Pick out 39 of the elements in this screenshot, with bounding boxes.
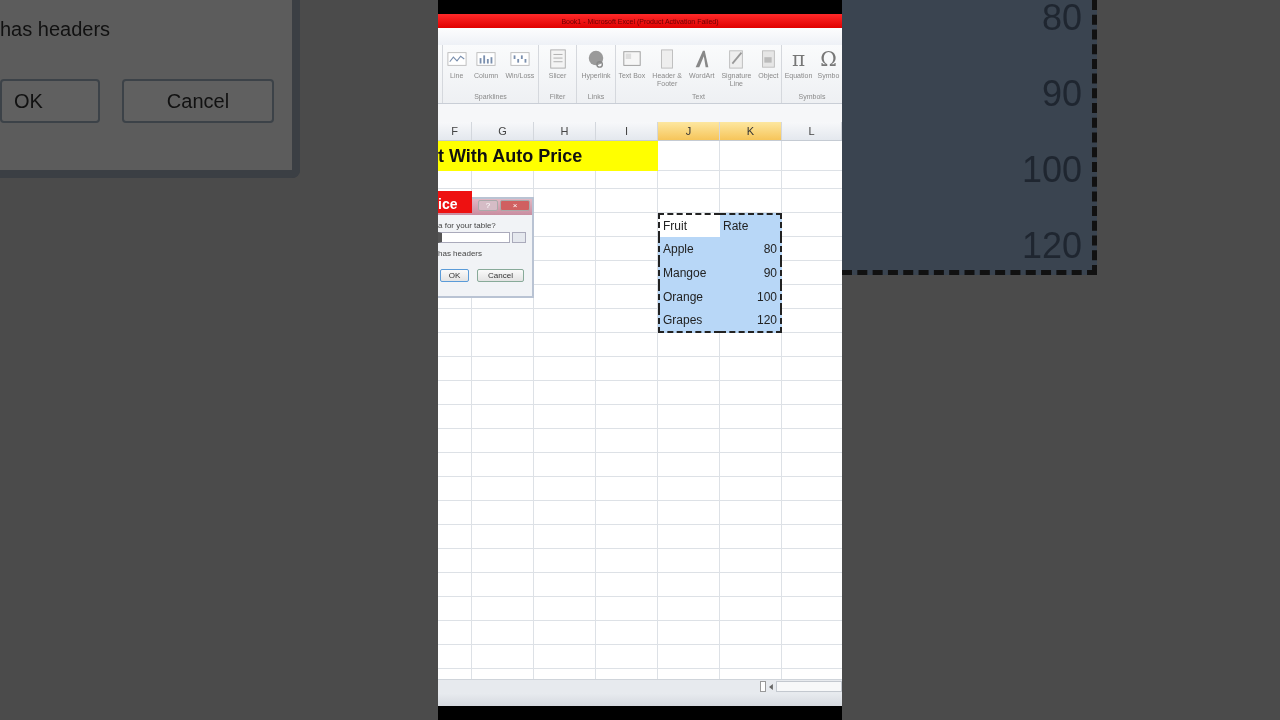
scroll-left-icon[interactable] xyxy=(768,683,773,690)
table-cell: Apple xyxy=(658,237,720,261)
table-cell: 100 xyxy=(720,285,782,309)
globe-icon xyxy=(586,49,606,69)
symbol-icon: π xyxy=(791,49,806,69)
table-cell: Orange xyxy=(658,285,720,309)
line-chart-icon xyxy=(446,49,467,69)
column-header[interactable]: H xyxy=(534,122,596,140)
help-button[interactable]: ? xyxy=(478,200,498,211)
table-cell: 80 xyxy=(720,237,782,261)
column-header[interactable]: K xyxy=(720,122,782,140)
table-cell: Mangoe xyxy=(658,261,720,285)
checkbox-label: has headers xyxy=(438,249,484,258)
table-cell: Fruit xyxy=(658,213,720,237)
table-cell: Rate xyxy=(720,213,782,237)
range-field[interactable] xyxy=(438,232,510,243)
ok-button[interactable]: OK xyxy=(0,79,100,123)
scrollbar[interactable] xyxy=(775,681,842,692)
range-picker-button[interactable] xyxy=(512,232,526,243)
bar-chart-icon xyxy=(476,49,497,69)
win-loss-icon xyxy=(509,49,530,69)
slicer-icon xyxy=(547,49,568,69)
split-handle[interactable] xyxy=(760,681,766,692)
column-header[interactable]: J xyxy=(658,122,720,140)
close-button[interactable]: × xyxy=(500,200,530,211)
ok-button[interactable]: OK xyxy=(440,269,469,282)
checkbox-label: has headers xyxy=(0,18,111,41)
sheet-title: t With Auto Price xyxy=(438,141,658,171)
column-header[interactable]: G xyxy=(472,122,534,140)
symbol-icon: Ω xyxy=(820,49,837,69)
banner: ice xyxy=(438,191,472,213)
column-header[interactable]: F xyxy=(438,122,472,140)
table-cell: Grapes xyxy=(658,309,720,333)
prompt-text: a for your table? xyxy=(438,221,497,230)
cancel-button[interactable]: Cancel xyxy=(122,79,274,123)
table-cell: 120 xyxy=(720,309,782,333)
table-cell: 90 xyxy=(720,261,782,285)
cancel-button[interactable]: Cancel xyxy=(477,269,524,282)
text-box-icon xyxy=(621,49,642,69)
